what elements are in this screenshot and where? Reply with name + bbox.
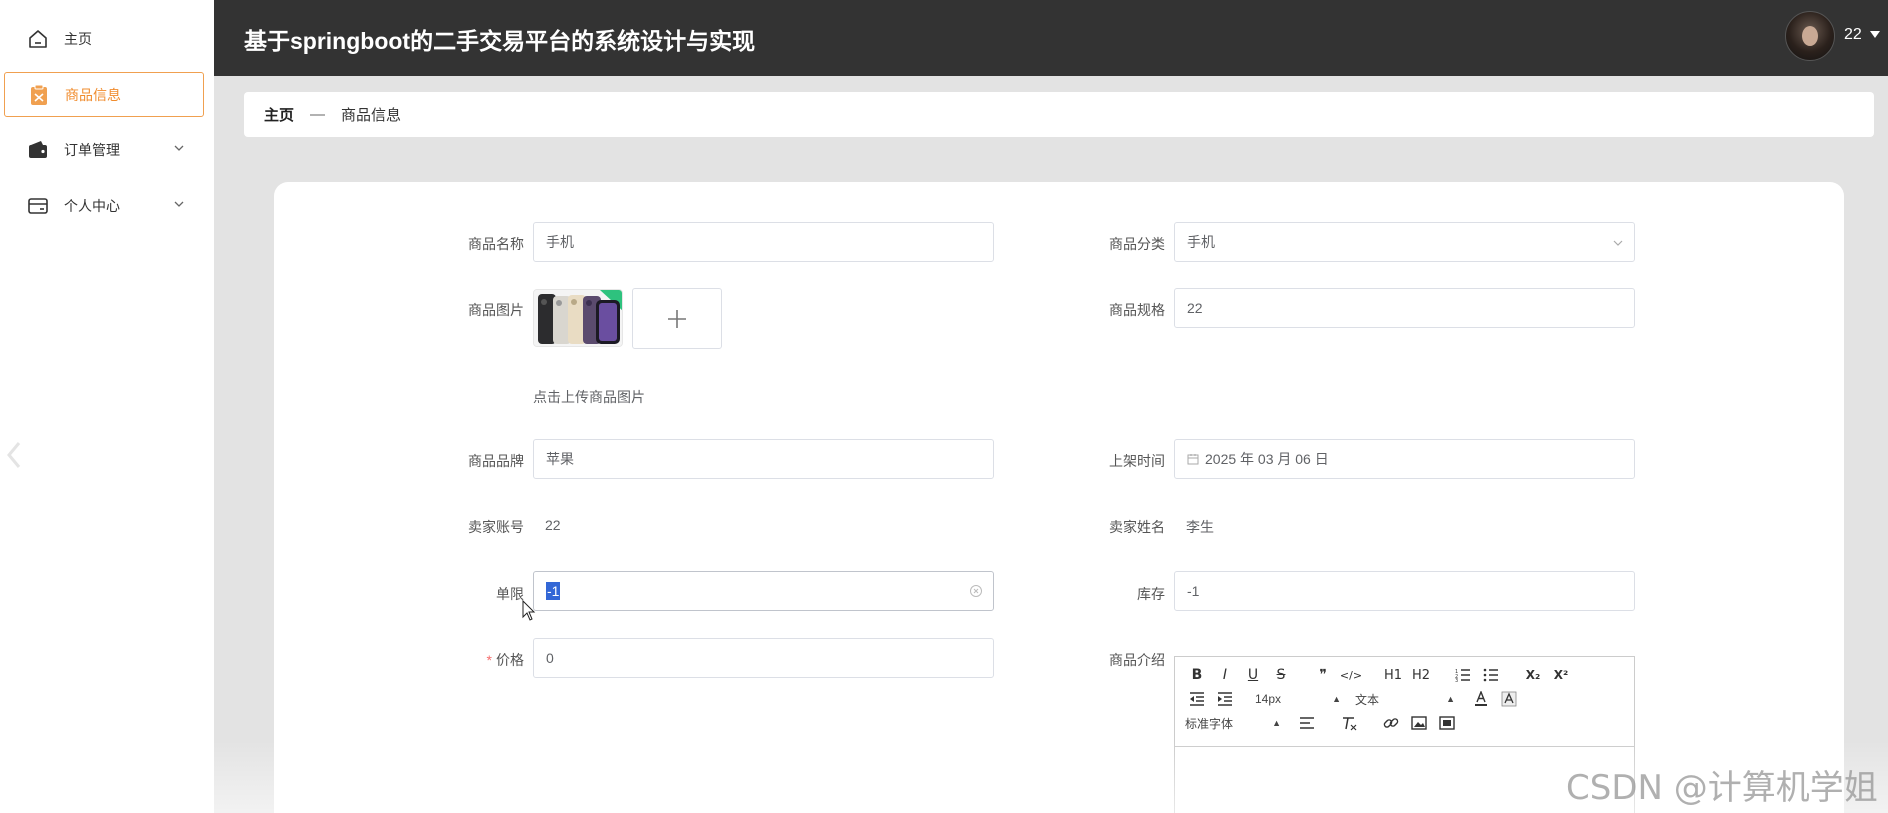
app-title: 基于springboot的二手交易平台的系统设计与实现 [244,28,756,54]
top-header: 基于springboot的二手交易平台的系统设计与实现 22 [214,0,1888,76]
stock-label: 库存 [1137,586,1165,602]
chevron-left-icon[interactable] [6,440,22,470]
sidebar-item-label: 主页 [64,30,92,47]
calendar-icon [1187,454,1199,465]
category-select[interactable]: 手机 [1174,222,1635,262]
background-color-icon[interactable] [1497,688,1521,710]
code-block-icon[interactable]: </> [1339,664,1363,686]
spec-label: 商品规格 [1109,302,1165,318]
caret-down-icon[interactable] [1870,31,1880,38]
font-family-select[interactable]: 标准字体 ▲ [1185,715,1281,732]
image-icon[interactable] [1407,712,1431,734]
blockquote-icon[interactable]: ❞ [1311,664,1335,686]
superscript-icon[interactable]: X² [1549,664,1573,686]
price-label-wrap: * 价格 [434,650,524,670]
image-label: 商品图片 [468,302,524,318]
name-label: 商品名称 [468,236,524,252]
breadcrumb: 主页 — 商品信息 [244,92,1874,137]
clear-icon[interactable] [969,584,983,598]
heading1-icon[interactable]: H1 [1381,664,1405,686]
limit-label: 单限 [496,586,524,602]
editor-toolbar: B I U S ❞ </> H1 H2 123 X₂ X² 14px ▲ 文本 … [1175,657,1634,747]
svg-text:3: 3 [1455,678,1458,682]
sidebar-item-goods[interactable]: 商品信息 [4,72,204,117]
seller-name-value: 李生 [1186,519,1214,535]
goods-icon [27,83,51,107]
price-input[interactable]: 0 [533,638,994,678]
outdent-icon[interactable] [1185,688,1209,710]
card-icon [26,194,50,218]
name-input[interactable]: 手机 [533,222,994,262]
sidebar-item-profile[interactable]: 个人中心 [4,183,204,228]
ordered-list-icon[interactable]: 123 [1451,664,1475,686]
price-label: 价格 [496,652,524,668]
sidebar: 主页 商品信息 订单管理 个人中心 [0,0,214,813]
seller-name-label: 卖家姓名 [1109,519,1165,535]
mouse-cursor-icon [522,600,536,621]
shelf-time-datepicker[interactable]: 2025 年 03 月 06 日 [1174,439,1635,479]
seller-account-value: 22 [545,517,561,533]
clear-format-icon[interactable] [1337,712,1361,734]
required-mark: * [486,652,492,668]
font-size-select[interactable]: 14px ▲ [1255,692,1341,706]
indent-icon[interactable] [1213,688,1237,710]
bullet-list-icon[interactable] [1479,664,1503,686]
watermark: CSDN @计算机学姐 [1566,768,1878,808]
link-icon[interactable] [1379,712,1403,734]
wallet-icon [26,138,50,162]
category-select-value: 手机 [1187,234,1215,250]
sidebar-item-label: 订单管理 [64,141,120,158]
italic-icon[interactable]: I [1213,664,1237,686]
shelf-time-value: 2025 年 03 月 06 日 [1205,451,1329,467]
breadcrumb-separator: — [310,106,326,123]
subscript-icon[interactable]: X₂ [1521,664,1545,686]
upload-hint: 点击上传商品图片 [533,389,645,405]
plus-icon [668,309,686,328]
breadcrumb-home[interactable]: 主页 [264,104,294,125]
seller-account-label: 卖家账号 [468,519,524,535]
avatar[interactable] [1785,11,1835,61]
limit-input[interactable]: -1 [533,571,994,611]
strikethrough-icon[interactable]: S [1269,664,1293,686]
video-icon[interactable] [1435,712,1459,734]
font-color-icon[interactable] [1469,688,1493,710]
category-label: 商品分类 [1109,236,1165,252]
align-icon[interactable] [1295,712,1319,734]
sidebar-item-label: 个人中心 [64,197,120,214]
sidebar-item-orders[interactable]: 订单管理 [4,127,204,172]
sidebar-item-label: 商品信息 [65,86,121,103]
upload-add-button[interactable] [632,288,722,349]
chevron-down-icon [174,145,184,151]
heading2-icon[interactable]: H2 [1409,664,1433,686]
sidebar-item-home[interactable]: 主页 [4,16,204,61]
chevron-down-icon [1613,240,1623,246]
user-name[interactable]: 22 [1844,26,1862,44]
text-type-select[interactable]: 文本 ▲ [1355,691,1455,708]
font-size-value: 14px [1255,692,1282,706]
product-image-thumbnail[interactable] [533,289,623,347]
text-type-value: 文本 [1355,692,1380,707]
bold-icon[interactable]: B [1185,664,1209,686]
shelf-time-label: 上架时间 [1109,453,1165,469]
home-icon [26,27,50,51]
brand-input[interactable]: 苹果 [533,439,994,479]
spec-input[interactable]: 22 [1174,288,1635,328]
intro-label: 商品介绍 [1109,652,1165,668]
breadcrumb-current: 商品信息 [341,107,402,124]
chevron-down-icon [174,201,184,207]
brand-label: 商品品牌 [468,453,524,469]
underline-icon[interactable]: U [1241,664,1265,686]
stock-input[interactable]: -1 [1174,571,1635,611]
limit-input-value: -1 [546,582,561,600]
font-family-value: 标准字体 [1185,716,1234,731]
